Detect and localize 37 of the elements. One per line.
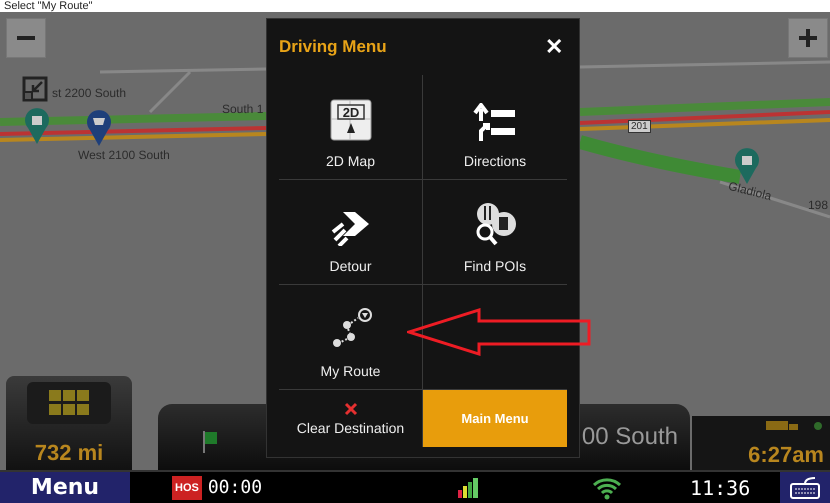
zoom-out-button[interactable] bbox=[6, 18, 46, 58]
street-label: 198 bbox=[808, 198, 828, 212]
flag-icon bbox=[202, 431, 218, 453]
menu-item[interactable]: Find POIs bbox=[423, 180, 567, 284]
street-label: 201 bbox=[628, 120, 651, 133]
signal-bars-icon bbox=[456, 476, 480, 500]
close-button[interactable]: ✕ bbox=[541, 34, 567, 60]
resize-icon[interactable] bbox=[22, 76, 48, 102]
wifi-icon bbox=[592, 476, 622, 500]
arrival-time-text: 6:27am bbox=[748, 442, 824, 468]
directions-icon bbox=[473, 103, 517, 141]
keyboard-icon bbox=[789, 476, 821, 500]
hos-badge: HOS bbox=[172, 476, 202, 500]
street-label: West 2100 South bbox=[78, 148, 170, 162]
street-name-text: 00 South bbox=[582, 423, 678, 451]
street-label: South 1 bbox=[222, 102, 264, 116]
keyboard-button[interactable] bbox=[780, 472, 830, 503]
menu-button[interactable]: Menu bbox=[0, 472, 130, 503]
grid-icon bbox=[49, 390, 89, 416]
menu-item[interactable]: 2D 2D Map bbox=[279, 75, 422, 179]
plus-icon bbox=[799, 29, 817, 47]
clock-text: 11:36 bbox=[690, 476, 750, 500]
menu-item[interactable]: Detour bbox=[279, 180, 422, 284]
distance-text: 732 mi bbox=[34, 440, 104, 467]
map-icon: 2D bbox=[330, 99, 372, 141]
street-label: Gladiola bbox=[726, 178, 774, 204]
hos-time-text: 00:00 bbox=[208, 477, 262, 498]
menu-item[interactable]: Directions bbox=[423, 75, 567, 179]
dialog-title: Driving Menu bbox=[279, 37, 387, 57]
minus-icon bbox=[17, 36, 35, 40]
grid-button[interactable] bbox=[27, 382, 111, 424]
menu-item[interactable]: My Route bbox=[279, 285, 422, 389]
caption-text: Select "My Route" bbox=[0, 0, 830, 12]
menu-item[interactable]: Clear Destination bbox=[279, 390, 422, 447]
x-icon bbox=[344, 402, 358, 416]
street-label: st 2200 South bbox=[52, 86, 126, 100]
zoom-in-button[interactable] bbox=[788, 18, 828, 58]
